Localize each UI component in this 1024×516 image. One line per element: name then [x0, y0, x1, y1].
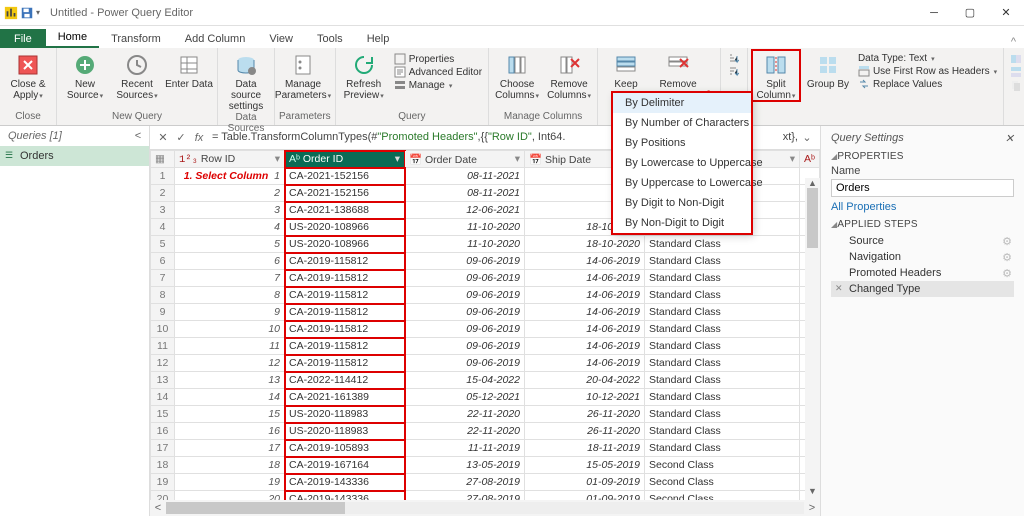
qat-dropdown[interactable]: ▾	[36, 8, 40, 17]
queries-panel: Queries [1] < Orders	[0, 126, 150, 516]
fx-accept[interactable]: ✓	[172, 131, 190, 144]
step-navigation[interactable]: Navigation⚙	[831, 249, 1014, 265]
fx-cancel[interactable]: ✕	[154, 131, 172, 144]
menu-up-to-low[interactable]: By Uppercase to Lowercase	[613, 173, 751, 193]
menu-by-positions[interactable]: By Positions	[613, 133, 751, 153]
settings-close[interactable]: ✕	[1005, 132, 1014, 145]
fx-label: fx	[190, 132, 208, 144]
tab-tools[interactable]: Tools	[305, 29, 355, 48]
annotation-select: 1. Select Column	[184, 170, 269, 182]
save-icon[interactable]	[20, 6, 34, 20]
ribbon-collapse[interactable]: ^	[1003, 36, 1024, 48]
sort-asc-button[interactable]	[725, 53, 741, 65]
horizontal-scrollbar[interactable]: < >	[150, 500, 820, 516]
split-column-button[interactable]: Split Column	[752, 50, 800, 101]
menu-digit-nondigit[interactable]: By Digit to Non-Digit	[613, 193, 751, 213]
minimize-button[interactable]: ─	[916, 0, 952, 26]
query-name-input[interactable]	[831, 179, 1014, 197]
header-orderdate[interactable]: 📅 Order Date▾	[405, 151, 525, 168]
manage-button[interactable]: Manage	[392, 79, 484, 91]
scroll-right[interactable]: >	[804, 502, 820, 514]
scroll-down[interactable]: ▼	[805, 486, 820, 500]
file-menu[interactable]: File	[0, 29, 46, 48]
group-by-button[interactable]: Group By	[804, 50, 852, 90]
table-row[interactable]: 14 14 CA-2021-161389 05-12-2021 10-12-20…	[151, 389, 820, 406]
replace-values-button[interactable]: Replace Values	[856, 78, 999, 90]
menu-by-chars[interactable]: By Number of Characters	[613, 113, 751, 133]
title-bar: ▾ Untitled - Power Query Editor ─ ▢ ✕	[0, 0, 1024, 26]
table-row[interactable]: 11 11 CA-2019-115812 09-06-2019 14-06-20…	[151, 338, 820, 355]
maximize-button[interactable]: ▢	[952, 0, 988, 26]
table-row[interactable]: 12 12 CA-2019-115812 09-06-2019 14-06-20…	[151, 355, 820, 372]
ribbon: Close & Apply Close New Source Recent So…	[0, 48, 1024, 126]
settings-title: Query Settings	[831, 132, 904, 145]
applied-steps-section: APPLIED STEPS	[831, 219, 1014, 230]
fx-expand[interactable]: ⌄	[798, 131, 816, 144]
menu-nondigit-digit[interactable]: By Non-Digit to Digit	[613, 213, 751, 233]
manage-parameters-button[interactable]: Manage Parameters	[279, 50, 327, 101]
menu-tabs: File Home Transform Add Column View Tool…	[0, 26, 1024, 48]
table-row[interactable]: 13 13 CA-2022-114412 15-04-2022 20-04-20…	[151, 372, 820, 389]
queries-title: Queries [1]	[8, 130, 62, 142]
header-rownum[interactable]: ▦	[151, 151, 175, 168]
header-rowid[interactable]: 1²₃ Row ID▾	[175, 151, 285, 168]
data-type-button[interactable]: Data Type: Text	[856, 53, 999, 64]
all-properties-link[interactable]: All Properties	[831, 201, 896, 213]
tab-home[interactable]: Home	[46, 27, 99, 48]
remove-columns-button[interactable]: Remove Columns	[545, 50, 593, 101]
vertical-scrollbar[interactable]: ▲ ▼	[805, 178, 820, 500]
split-column-menu[interactable]: By Delimiter By Number of Characters By …	[612, 92, 752, 234]
table-row[interactable]: 9 9 CA-2019-115812 09-06-2019 14-06-2019…	[151, 304, 820, 321]
properties-section: PROPERTIES	[831, 151, 1014, 162]
table-row[interactable]: 5 5 US-2020-108966 11-10-2020 18-10-2020…	[151, 236, 820, 253]
table-row[interactable]: 19 19 CA-2019-143336 27-08-2019 01-09-20…	[151, 474, 820, 491]
recent-sources-button[interactable]: Recent Sources	[113, 50, 161, 101]
step-changed-type[interactable]: Changed Type	[831, 281, 1014, 297]
tab-transform[interactable]: Transform	[99, 29, 173, 48]
sort-desc-button[interactable]	[725, 66, 741, 78]
combine-files-button[interactable]: Combine Files	[1008, 79, 1024, 91]
name-label: Name	[831, 165, 1014, 177]
properties-button[interactable]: Properties	[392, 53, 484, 65]
enter-data-button[interactable]: Enter Data	[165, 50, 213, 90]
header-orderid[interactable]: Aᵇ Order ID▾	[285, 151, 405, 168]
merge-queries-button[interactable]: Merge Queries	[1008, 53, 1024, 65]
step-promoted-headers[interactable]: Promoted Headers⚙	[831, 265, 1014, 281]
table-row[interactable]: 15 15 US-2020-118983 22-11-2020 26-11-20…	[151, 406, 820, 423]
append-queries-button[interactable]: Append Queries	[1008, 66, 1024, 78]
app-icon	[4, 6, 18, 20]
tab-help[interactable]: Help	[355, 29, 402, 48]
data-source-settings-button[interactable]: Data source settings	[222, 50, 270, 112]
menu-low-to-up[interactable]: By Lowercase to Uppercase	[613, 153, 751, 173]
table-row[interactable]: 6 6 CA-2019-115812 09-06-2019 14-06-2019…	[151, 253, 820, 270]
close-apply-button[interactable]: Close & Apply	[4, 50, 52, 101]
menu-by-delimiter[interactable]: By Delimiter	[613, 93, 751, 113]
header-extra2[interactable]: Aᵇ	[800, 151, 820, 168]
table-row[interactable]: 18 18 CA-2019-167164 13-05-2019 15-05-20…	[151, 457, 820, 474]
table-row[interactable]: 16 16 US-2020-118983 22-11-2020 26-11-20…	[151, 423, 820, 440]
tab-addcolumn[interactable]: Add Column	[173, 29, 258, 48]
query-settings-panel: Query Settings ✕ PROPERTIES Name All Prop…	[820, 126, 1024, 516]
table-row[interactable]: 20 20 CA-2019-143336 27-08-2019 01-09-20…	[151, 491, 820, 501]
table-row[interactable]: 17 17 CA-2019-105893 11-11-2019 18-11-20…	[151, 440, 820, 457]
query-orders[interactable]: Orders	[0, 146, 149, 166]
step-source[interactable]: Source⚙	[831, 233, 1014, 249]
advanced-editor-button[interactable]: Advanced Editor	[392, 66, 484, 78]
first-row-headers-button[interactable]: Use First Row as Headers	[856, 65, 999, 77]
close-window-button[interactable]: ✕	[988, 0, 1024, 26]
table-row[interactable]: 8 8 CA-2019-115812 09-06-2019 14-06-2019…	[151, 287, 820, 304]
queries-collapse[interactable]: <	[135, 130, 141, 142]
scroll-left[interactable]: <	[150, 502, 166, 514]
table-row[interactable]: 10 10 CA-2019-115812 09-06-2019 14-06-20…	[151, 321, 820, 338]
choose-columns-button[interactable]: Choose Columns	[493, 50, 541, 101]
tab-view[interactable]: View	[257, 29, 305, 48]
refresh-preview-button[interactable]: Refresh Preview	[340, 50, 388, 101]
table-row[interactable]: 7 7 CA-2019-115812 09-06-2019 14-06-2019…	[151, 270, 820, 287]
window-title: Untitled - Power Query Editor	[44, 7, 916, 19]
new-source-button[interactable]: New Source	[61, 50, 109, 101]
